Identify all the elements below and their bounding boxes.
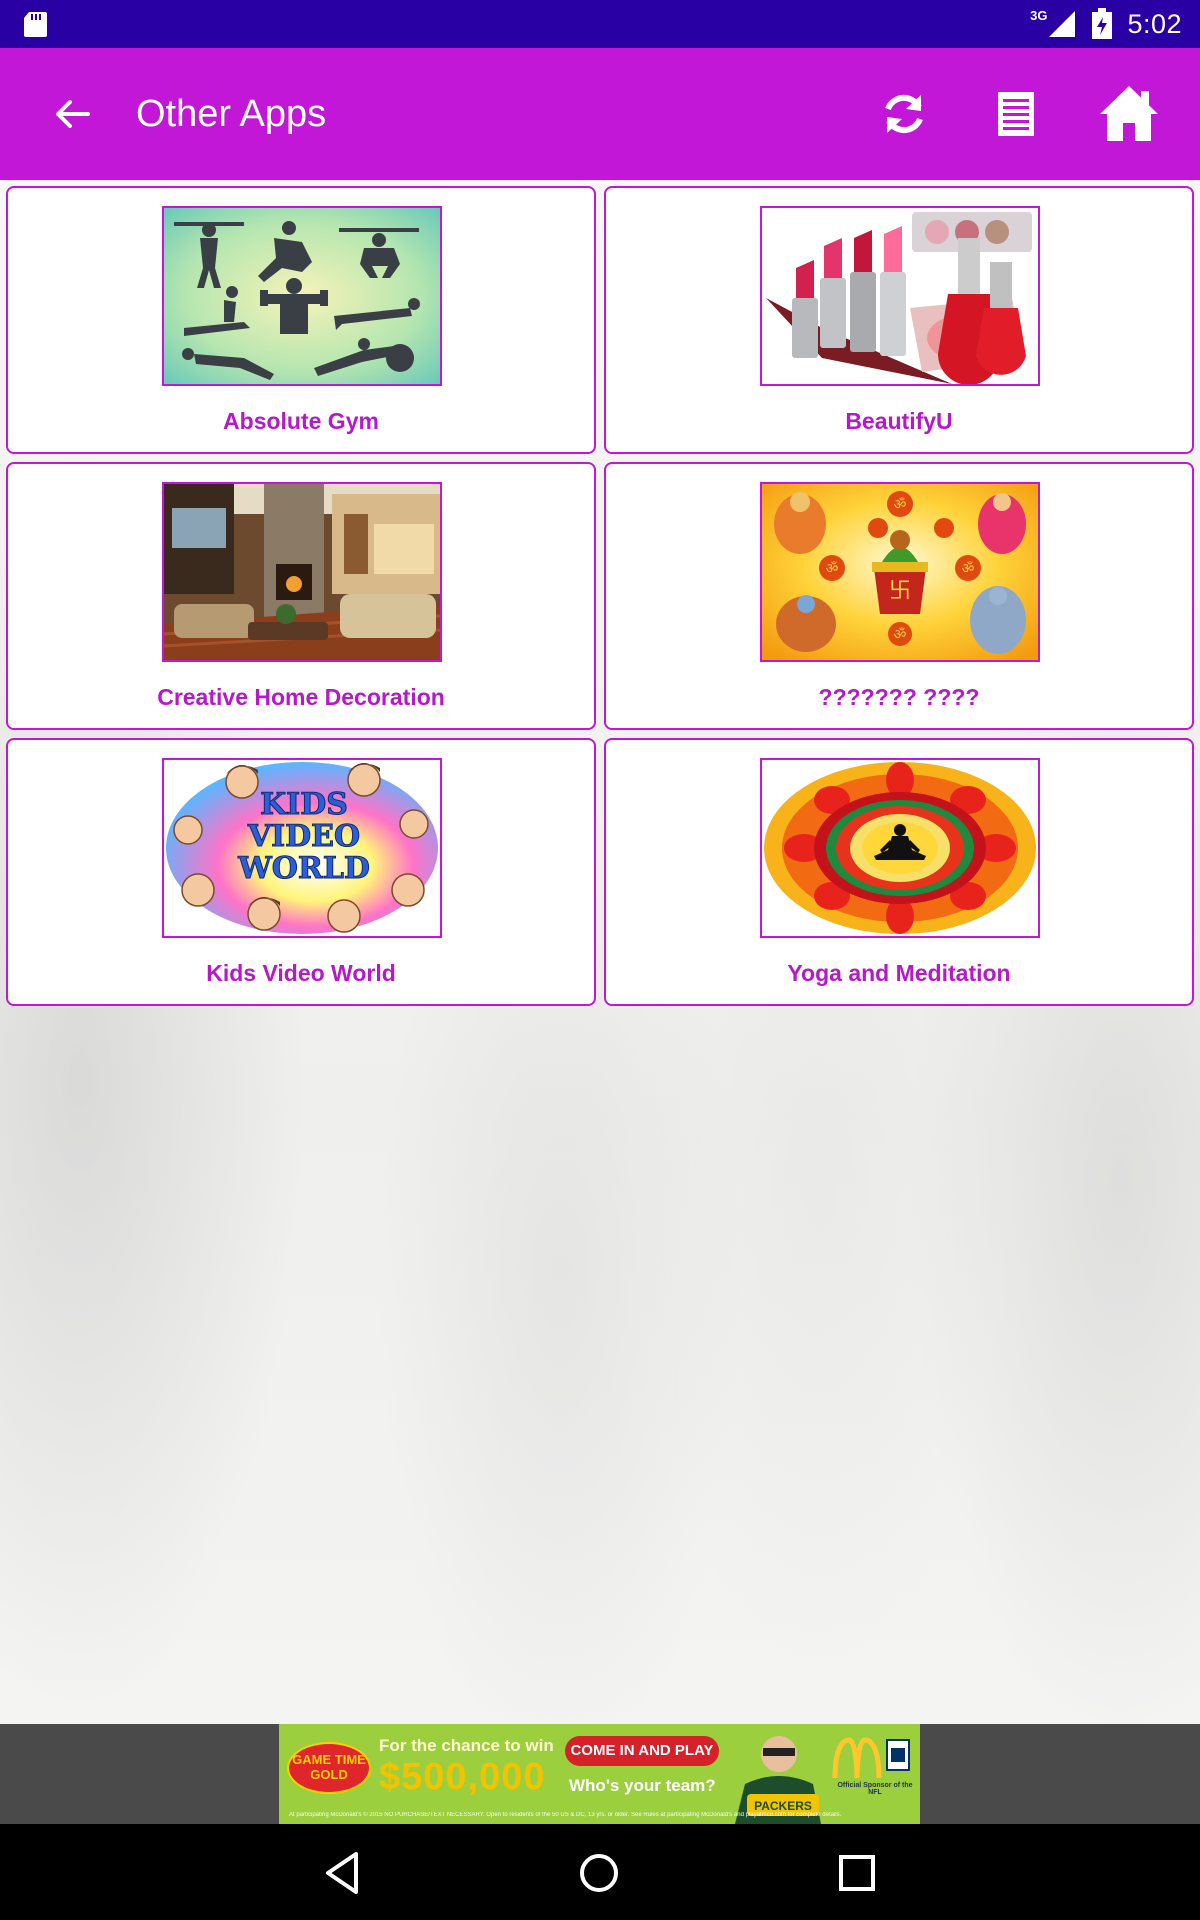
app-thumbnail xyxy=(760,206,1040,386)
nav-home-icon[interactable] xyxy=(572,1846,626,1900)
network-type-label: 3G xyxy=(1030,7,1048,23)
nav-back-icon[interactable] xyxy=(316,1846,370,1900)
yoga-mandala-image xyxy=(762,760,1038,936)
svg-text:VIDEO: VIDEO xyxy=(247,819,360,854)
app-card-kids-video-world[interactable]: KIDS VIDEO WORLD Kids Video World xyxy=(6,738,596,1006)
ad-tagline: Who's your team? xyxy=(569,1776,716,1795)
mcdonalds-logo-icon xyxy=(832,1737,910,1779)
apps-grid: Absolute Gym BeautifyU Creative Home Dec… xyxy=(6,186,1194,1006)
ad-banner-container: GAME TIME GOLD For the chance to win $50… xyxy=(0,1724,1200,1824)
app-thumbnail: KIDS VIDEO WORLD xyxy=(162,758,442,938)
list-icon xyxy=(998,92,1034,136)
ad-banner[interactable]: GAME TIME GOLD For the chance to win $50… xyxy=(279,1724,920,1824)
signal-icon xyxy=(1049,11,1076,37)
ad-amount: $500,000 xyxy=(379,1756,546,1798)
system-nav-bar xyxy=(0,1824,1200,1920)
sd-card-icon xyxy=(24,12,47,37)
app-name: Yoga and Meditation xyxy=(787,960,1011,986)
ad-headline: For the chance to win xyxy=(379,1736,554,1755)
ad-fine-print: At participating McDonald's © 2015 NO PU… xyxy=(289,1812,842,1818)
app-bar: Other Apps xyxy=(0,48,1200,180)
svg-text:WORLD: WORLD xyxy=(237,851,370,886)
ad-sponsor-text: Official Sponsor of the NFL xyxy=(837,1782,913,1796)
app-name: Kids Video World xyxy=(206,960,396,986)
app-card-beautifyu[interactable]: BeautifyU xyxy=(604,186,1194,454)
status-time: 5:02 xyxy=(1127,8,1182,39)
app-name: ??????? ???? xyxy=(818,684,980,710)
back-button[interactable] xyxy=(44,86,100,142)
app-name: Creative Home Decoration xyxy=(157,684,445,710)
app-card-absolute-gym[interactable]: Absolute Gym xyxy=(6,186,596,454)
battery-icon xyxy=(1092,8,1113,39)
svg-text:KIDS: KIDS xyxy=(260,787,348,822)
cosmetics-image xyxy=(762,208,1038,384)
back-arrow-icon xyxy=(56,100,90,128)
kids-video-world-logo: KIDS VIDEO WORLD xyxy=(164,760,440,936)
gym-silhouettes-image xyxy=(164,208,440,384)
svg-text:PACKERS: PACKERS xyxy=(754,1799,812,1813)
app-card-yoga-and-meditation[interactable]: Yoga and Meditation xyxy=(604,738,1194,1006)
app-thumbnail xyxy=(760,758,1040,938)
app-name: BeautifyU xyxy=(845,408,953,434)
svg-text:ॐ: ॐ xyxy=(894,627,907,643)
nav-recents-icon[interactable] xyxy=(830,1846,884,1900)
ad-badge: GAME TIME GOLD xyxy=(287,1742,371,1794)
app-thumbnail xyxy=(162,206,442,386)
refresh-icon xyxy=(885,94,923,134)
ad-cta-button[interactable]: COME IN AND PLAY xyxy=(565,1736,719,1766)
list-button[interactable] xyxy=(984,82,1048,146)
svg-text:ॐ: ॐ xyxy=(826,561,839,577)
app-name: Absolute Gym xyxy=(223,408,379,434)
app-card-creative-home-decoration[interactable]: Creative Home Decoration xyxy=(6,462,596,730)
home-button[interactable] xyxy=(1094,78,1164,148)
living-room-image xyxy=(164,484,440,660)
app-thumbnail xyxy=(162,482,442,662)
app-card-hindu-deities[interactable]: ॐ ॐ ॐ ॐ 卐 ??????? ???? xyxy=(604,462,1194,730)
svg-text:卐: 卐 xyxy=(889,579,911,604)
svg-text:ॐ: ॐ xyxy=(894,497,907,513)
refresh-button[interactable] xyxy=(872,82,936,146)
status-bar: 3G 5:02 xyxy=(0,0,1200,48)
svg-text:ॐ: ॐ xyxy=(962,561,975,577)
home-icon xyxy=(1100,86,1158,141)
page-title: Other Apps xyxy=(136,93,327,135)
ad-person-image: PACKERS xyxy=(725,1728,825,1824)
app-thumbnail: ॐ ॐ ॐ ॐ 卐 xyxy=(760,482,1040,662)
hindu-deities-image: ॐ ॐ ॐ ॐ 卐 xyxy=(762,484,1038,660)
